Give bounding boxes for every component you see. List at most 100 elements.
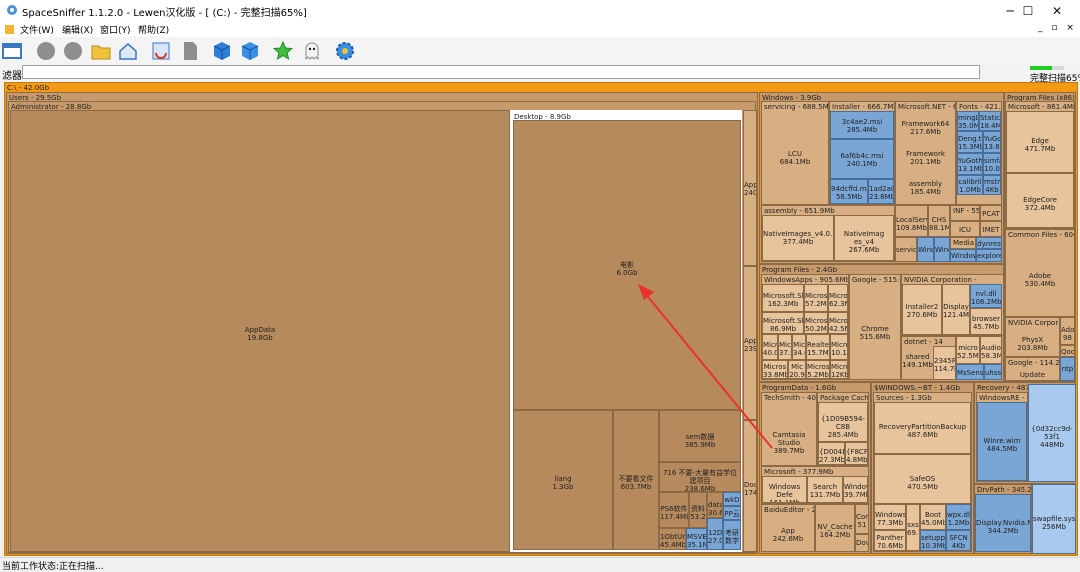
tile-m5[interactable]: Micros 5.2Mb — [806, 360, 830, 379]
page-icon[interactable] — [180, 41, 200, 61]
tile-google2[interactable]: Google - 114.2M Update — [1005, 357, 1060, 381]
tile-m20[interactable]: Mic 20.9 — [788, 360, 806, 379]
tile-msi4[interactable]: 1ad2a0 23.8Mb — [868, 179, 894, 204]
tile-displaynv[interactable]: Display.Nvidia.Ne 344.2Mb — [975, 494, 1031, 552]
tile-wk[interactable]: wkD — [723, 492, 741, 506]
tile-pp[interactable]: PP云 — [723, 506, 741, 520]
tile-sxs[interactable]: sxs 69.7 — [906, 504, 920, 551]
tile-installer2[interactable]: Installer2 270.6Mb — [902, 284, 942, 335]
tile-dianying[interactable]: 电影 6.0Gb — [513, 120, 741, 410]
pause-icon[interactable] — [63, 41, 83, 61]
tile-nvcache[interactable]: NV_Cache 164.2Mb — [815, 504, 855, 552]
close-button[interactable]: ✕ — [1034, 0, 1080, 22]
tile-m57[interactable]: Micros 57.2Mb — [804, 284, 828, 312]
tile-app240[interactable]: App 240 — [743, 110, 757, 266]
tile-appdata[interactable]: AppData 19.8Gb — [10, 110, 510, 552]
tile-edgecore[interactable]: EdgeCore 372.4Mb — [1006, 173, 1074, 228]
tile-m42[interactable]: Micro 42.5M — [828, 312, 848, 334]
menu-edit[interactable]: 编辑(X) — [62, 23, 93, 36]
tile-imet[interactable]: IMET — [980, 221, 1002, 237]
tile-app239[interactable]: App 239 — [743, 266, 757, 420]
tile-uhss[interactable]: uhss — [984, 364, 1002, 380]
tile-realtek[interactable]: Realtek 15.7Mb — [806, 334, 830, 360]
home-icon[interactable] — [118, 41, 138, 61]
mdi-controls[interactable]: _ ▫ × — [1038, 23, 1077, 33]
tile-servicing[interactable]: servicing - 688.5Mb LCU 684.1Mb — [761, 101, 829, 205]
tile-2345[interactable]: 2345Pic 114.7M — [933, 346, 956, 380]
tile-716[interactable]: 716 不要-大量有益学位建项目 238.6Mb — [659, 462, 741, 492]
tile-servic[interactable]: servic — [895, 237, 917, 262]
tile-12de[interactable]: 12De 27.0M — [707, 518, 723, 550]
tile-msve[interactable]: MSVE 35.1M — [686, 528, 707, 550]
tile-setup[interactable]: setuppl 10.3Mb — [920, 530, 946, 551]
tile-yugo[interactable]: YuGo 13.8M — [983, 131, 1001, 153]
cube-icon[interactable] — [212, 41, 232, 61]
tile-kaoxue[interactable]: 考研 数学 — [723, 520, 741, 550]
tile-netfw[interactable]: Microsoft.NET - 604. Framework64 217.6Mb… — [895, 101, 956, 205]
tile-data1[interactable]: data 30.6M — [707, 492, 723, 518]
tile-google[interactable]: Google - 515.6M Chrome 515.6Mb — [849, 274, 901, 380]
tile-m34[interactable]: Mic 34.6 — [792, 334, 806, 360]
star-icon[interactable] — [273, 41, 293, 61]
tile-windows1[interactable]: Windows1 77.3Mb — [874, 504, 906, 530]
tile-guid3[interactable]: {F8CFE 4.8Mb — [845, 442, 868, 465]
tile-m62[interactable]: Micro 62.3M — [828, 284, 848, 312]
tile-staticc[interactable]: StaticC 18.4M — [979, 111, 1001, 131]
tile-com[interactable]: Com 51 — [855, 504, 869, 534]
tile-browser[interactable]: browser 45.7Mb — [970, 308, 1002, 335]
tile-nvdll[interactable]: nvl.dll 108.2Mb — [970, 284, 1002, 308]
tile-buyao[interactable]: 不要看文件 603.7Mb — [613, 410, 659, 550]
tile-msky1[interactable]: Microsoft.Sky 162.3Mb — [762, 284, 804, 312]
tile-boot[interactable]: Boot 45.0Mb — [920, 504, 946, 530]
tile-wind2[interactable]: Windo — [934, 237, 950, 262]
tile-ado[interactable]: Ado 98 — [1060, 317, 1075, 345]
tile-icu[interactable]: ICU — [950, 221, 980, 237]
tile-chs[interactable]: CHS 88.1M — [928, 205, 950, 237]
tile-ps[interactable]: PS6软件 117.4Mb — [659, 492, 689, 528]
tile-search[interactable]: Search 131.7Mb — [807, 476, 843, 503]
tile-sfcn[interactable]: SFCN 4Kb — [946, 530, 971, 551]
tile-edge[interactable]: Edge 471.7Mb — [1006, 111, 1074, 173]
tile-display[interactable]: Display 121.4M — [942, 284, 970, 335]
tile-deng[interactable]: Deng.ttf 15.3Mb — [957, 131, 983, 153]
tile-qoo[interactable]: Qoo — [1060, 345, 1075, 357]
tile-guid1[interactable]: {1D09B594-C8B 285.4Mb — [818, 402, 868, 442]
tile-mingliu[interactable]: mingLiu 35.0M — [957, 111, 979, 131]
tile-recovery-backup[interactable]: RecoveryPartitionBackup 487.6Mb — [874, 402, 971, 454]
tile-audio[interactable]: Audio 58.3M — [980, 336, 1002, 364]
tile-msi2[interactable]: 6af6b4c.msi 240.1Mb — [830, 139, 894, 179]
tile-pcat[interactable]: PCAT — [980, 205, 1002, 221]
tile-explorer[interactable]: explorer — [976, 249, 1002, 262]
tile-dov[interactable]: Dov — [855, 534, 869, 552]
filter-input[interactable] — [22, 65, 980, 79]
ghost-icon[interactable] — [302, 41, 322, 61]
tile-nvcorp[interactable]: NVIDIA Corpora PhysX 203.8Mb — [1005, 317, 1060, 357]
menu-window[interactable]: 窗口(Y) — [100, 23, 131, 36]
tile-wind1[interactable]: Windc — [917, 237, 934, 262]
tile-wdef[interactable]: Windows Defe 161.1Mb — [762, 476, 807, 503]
tile-techsmith[interactable]: TechSmith - 401.0 Camtasia Studio 389.7M… — [761, 392, 817, 466]
tile-ntp[interactable]: ntp — [1060, 357, 1075, 381]
tile-baidu[interactable]: BaiduEditor - 243. App 242.6Mb — [761, 504, 815, 552]
tile-obtain[interactable]: 1ObtUn 45.4Mb — [659, 528, 686, 550]
tile-m50[interactable]: Micros 50.2M — [804, 312, 828, 334]
stop-icon[interactable] — [36, 41, 56, 61]
tile-localserv[interactable]: LocalServi 109.8Mb — [895, 205, 928, 237]
tile-inf[interactable]: INF - 55. — [950, 205, 980, 221]
tile-m37[interactable]: Mic 37.5 — [778, 334, 792, 360]
tile-micro52[interactable]: micro 52.5M — [956, 336, 980, 364]
tile-zl[interactable]: 资料 53.2 — [689, 492, 707, 528]
tile-window3[interactable]: Window — [950, 249, 976, 262]
tile-msi3[interactable]: 94dcffd.msi 56.5Mb — [830, 179, 868, 204]
tile-semdata[interactable]: sem数据 385.9Mb — [659, 410, 741, 462]
tile-guid2[interactable]: {D004D 27.3Mb — [818, 442, 845, 465]
tile-doc174[interactable]: Doc 174 — [743, 420, 757, 552]
cube-alt-icon[interactable] — [240, 41, 260, 61]
tile-m10[interactable]: Micro 10.1 — [830, 334, 848, 360]
tile-swapfile[interactable]: swapfile.sys 256Mb — [1032, 484, 1076, 554]
folder-icon[interactable] — [91, 41, 111, 61]
tile-simfa[interactable]: simfa 10.0 — [983, 153, 1001, 175]
tile-m33[interactable]: Micros 33.8Mb — [762, 360, 788, 379]
settings-icon[interactable] — [335, 41, 355, 61]
tile-msi1[interactable]: 3c4ae2.msi 285.4Mb — [830, 111, 894, 139]
